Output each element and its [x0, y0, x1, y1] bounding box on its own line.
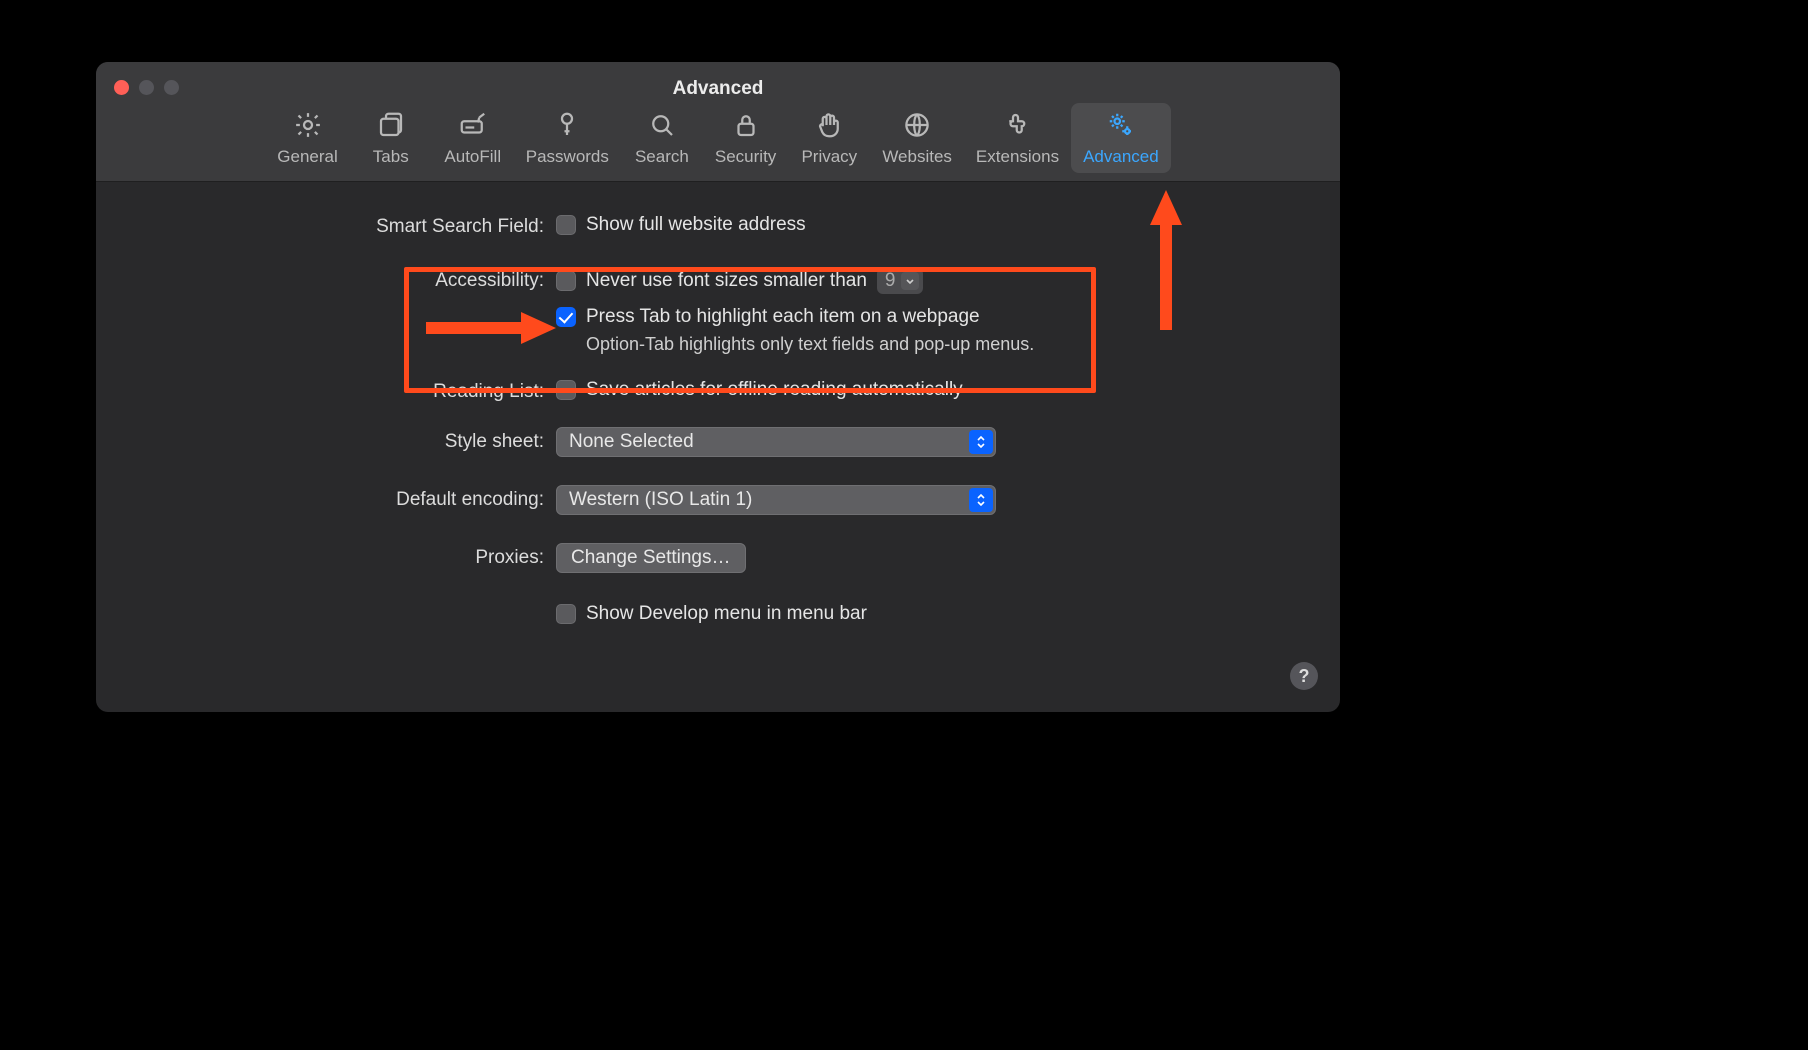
- titlebar: Advanced General Tabs AutoF: [96, 62, 1340, 182]
- help-button[interactable]: ?: [1290, 662, 1318, 690]
- tab-label: Extensions: [976, 147, 1059, 167]
- row-encoding: Default encoding: Western (ISO Latin 1): [96, 485, 1340, 515]
- row-smart-search: Smart Search Field: Show full website ad…: [96, 214, 1340, 238]
- row-accessibility: Accessibility: Never use font sizes smal…: [96, 268, 1340, 355]
- encoding-value: Western (ISO Latin 1): [569, 489, 752, 511]
- gears-icon: [1105, 109, 1137, 141]
- advanced-pane: Smart Search Field: Show full website ad…: [96, 182, 1340, 712]
- tab-privacy[interactable]: Privacy: [788, 103, 870, 173]
- tab-label: General: [277, 147, 337, 167]
- tabs-icon: [375, 109, 407, 141]
- tab-autofill[interactable]: AutoFill: [432, 103, 514, 173]
- show-full-url-label: Show full website address: [586, 214, 806, 236]
- accessibility-label: Accessibility:: [96, 268, 556, 292]
- puzzle-icon: [1002, 109, 1034, 141]
- tab-passwords[interactable]: Passwords: [514, 103, 621, 173]
- row-proxies: Proxies: Change Settings…: [96, 543, 1340, 573]
- tab-label: Security: [715, 147, 776, 167]
- tab-label: AutoFill: [444, 147, 501, 167]
- gear-icon: [292, 109, 324, 141]
- updown-arrows-icon: [969, 430, 993, 454]
- empty-label: [96, 603, 556, 605]
- never-smaller-font-label: Never use font sizes smaller than: [586, 270, 867, 292]
- reading-list-label: Reading List:: [96, 379, 556, 403]
- lock-icon: [730, 109, 762, 141]
- tab-label: Passwords: [526, 147, 609, 167]
- tab-security[interactable]: Security: [703, 103, 788, 173]
- row-develop-menu: Show Develop menu in menu bar: [96, 603, 1340, 625]
- checkbox-save-offline[interactable]: [556, 380, 576, 400]
- tab-advanced[interactable]: Advanced: [1071, 103, 1171, 173]
- row-style-sheet: Style sheet: None Selected: [96, 427, 1340, 457]
- tab-general[interactable]: General: [265, 103, 349, 173]
- preferences-toolbar: General Tabs AutoFill Pass: [96, 103, 1340, 173]
- tab-label: Advanced: [1083, 147, 1159, 167]
- accessibility-helper-text: Option-Tab highlights only text fields a…: [586, 334, 1340, 355]
- chevron-down-icon: [901, 272, 919, 290]
- checkbox-press-tab-highlight[interactable]: [556, 307, 576, 327]
- style-sheet-label: Style sheet:: [96, 427, 556, 453]
- checkbox-show-develop-menu[interactable]: [556, 604, 576, 624]
- autofill-icon: [457, 109, 489, 141]
- tab-label: Websites: [882, 147, 952, 167]
- font-size-value: 9: [885, 270, 896, 292]
- tab-extensions[interactable]: Extensions: [964, 103, 1071, 173]
- button-label: Change Settings…: [571, 547, 731, 569]
- style-sheet-select[interactable]: None Selected: [556, 427, 996, 457]
- hand-icon: [813, 109, 845, 141]
- search-icon: [646, 109, 678, 141]
- style-sheet-value: None Selected: [569, 431, 694, 453]
- encoding-select[interactable]: Western (ISO Latin 1): [556, 485, 996, 515]
- row-reading-list: Reading List: Save articles for offline …: [96, 379, 1340, 403]
- checkbox-never-smaller-font[interactable]: [556, 271, 576, 291]
- smart-search-label: Smart Search Field:: [96, 214, 556, 238]
- tab-label: Search: [635, 147, 689, 167]
- help-icon: ?: [1299, 666, 1310, 687]
- proxies-label: Proxies:: [96, 543, 556, 569]
- encoding-label: Default encoding:: [96, 485, 556, 511]
- tab-label: Privacy: [801, 147, 857, 167]
- show-develop-menu-label: Show Develop menu in menu bar: [586, 603, 867, 625]
- change-proxy-settings-button[interactable]: Change Settings…: [556, 543, 746, 573]
- window-title: Advanced: [96, 78, 1340, 100]
- updown-arrows-icon: [969, 488, 993, 512]
- checkbox-show-full-url[interactable]: [556, 215, 576, 235]
- tab-search[interactable]: Search: [621, 103, 703, 173]
- preferences-window: Advanced General Tabs AutoF: [96, 62, 1340, 712]
- save-offline-label: Save articles for offline reading automa…: [586, 379, 963, 401]
- globe-icon: [901, 109, 933, 141]
- tab-label: Tabs: [373, 147, 409, 167]
- press-tab-highlight-label: Press Tab to highlight each item on a we…: [586, 306, 980, 328]
- tab-websites[interactable]: Websites: [870, 103, 964, 173]
- key-icon: [551, 109, 583, 141]
- font-size-select[interactable]: 9: [877, 268, 924, 294]
- tab-tabs[interactable]: Tabs: [350, 103, 432, 173]
